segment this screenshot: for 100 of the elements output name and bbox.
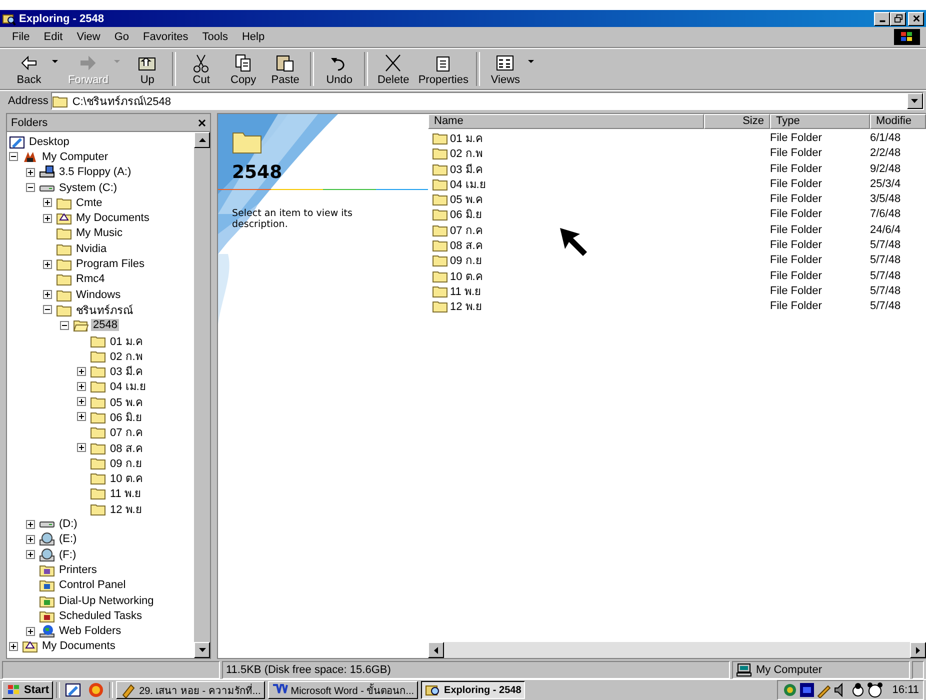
tree-item[interactable]: Printers [57, 564, 99, 576]
menu-item[interactable]: View [70, 30, 106, 44]
tree-item[interactable]: 05 พ.ค [108, 392, 144, 411]
expand-icon[interactable] [26, 168, 35, 177]
tree-item[interactable]: (E:) [57, 533, 79, 546]
tree-item[interactable]: Program Files [74, 258, 146, 270]
taskbar-button[interactable]: Microsoft Word - ขั้นตอนก... [268, 681, 418, 699]
expand-icon[interactable] [26, 520, 35, 529]
menu-item[interactable]: File [6, 30, 36, 44]
toolbar-button[interactable]: Cut [180, 52, 222, 86]
file-name[interactable]: 01 ม.ค [450, 129, 482, 147]
menu-item[interactable]: Tools [196, 30, 234, 44]
toolbar-button[interactable]: Up [126, 52, 168, 86]
desktop-icon[interactable] [65, 682, 82, 698]
scroll-down-icon[interactable] [198, 648, 206, 652]
address-field[interactable]: C:\ชรินทร์ภรณ์\2548 [51, 92, 924, 110]
restore-icon [894, 14, 902, 23]
tree-item[interactable]: Desktop [27, 136, 72, 148]
toolbar-button[interactable]: Back [8, 52, 50, 86]
folder-icon [432, 162, 448, 176]
collapse-icon[interactable] [43, 305, 52, 314]
collapse-icon[interactable] [26, 183, 35, 192]
column-header[interactable]: Type [770, 114, 870, 129]
dropdown-button[interactable] [907, 93, 923, 109]
menu-item[interactable]: Favorites [137, 30, 194, 44]
file-type: File Folder [770, 239, 823, 252]
close-button[interactable] [908, 12, 924, 26]
tree-item[interactable]: 3.5 Floppy (A:) [57, 166, 134, 178]
expand-icon[interactable] [77, 412, 86, 422]
tree-item[interactable]: System (C:) [57, 182, 120, 194]
menu-item[interactable]: Help [236, 30, 271, 44]
expand-icon[interactable] [43, 198, 52, 208]
tree-item[interactable]: Web Folders [57, 625, 124, 638]
expand-icon[interactable] [43, 214, 52, 223]
expand-icon[interactable] [43, 290, 52, 300]
expand-icon[interactable] [9, 642, 18, 651]
scroll-up-icon[interactable] [198, 138, 206, 142]
tree-item[interactable]: Scheduled Tasks [57, 610, 144, 622]
toolbar-button[interactable]: Properties [414, 52, 472, 86]
start-button[interactable]: Start [2, 681, 54, 699]
menu-item[interactable]: Go [108, 30, 136, 44]
menu-item[interactable]: Edit [38, 30, 69, 44]
tree-item[interactable]: (F:) [57, 548, 78, 561]
folder-icon [56, 302, 72, 317]
toolbar-button[interactable]: Delete [372, 52, 414, 86]
expand-icon[interactable] [43, 260, 52, 269]
tree-item[interactable]: 07 ก.ค [108, 423, 144, 442]
column-header[interactable]: Size [704, 114, 770, 129]
tree-item[interactable]: Nvidia [74, 242, 109, 255]
expand-icon[interactable] [26, 626, 35, 636]
status-text: 11.5KB (Disk free space: 15.6GB) [222, 661, 730, 679]
scroll-right-icon[interactable] [916, 646, 920, 654]
file-name[interactable]: 07 ก.ค [450, 220, 482, 239]
tree-item[interactable]: My Documents [74, 212, 152, 224]
tree-item[interactable]: Rmc4 [74, 273, 107, 286]
scroll-left-icon[interactable] [434, 646, 438, 654]
file-type: File Folder [770, 132, 823, 144]
folder-icon [52, 94, 68, 108]
tree-item[interactable]: Windows [74, 288, 123, 301]
expand-icon[interactable] [77, 382, 86, 391]
tree-item[interactable]: 2548 [91, 319, 120, 332]
vertical-scrollbar[interactable] [194, 132, 210, 658]
tree-item[interactable]: My Documents [40, 640, 118, 652]
file-name[interactable]: 12 พ.ย [450, 297, 482, 316]
expand-icon[interactable] [77, 443, 86, 452]
column-header[interactable]: Modifie [870, 114, 926, 129]
folder-icon [56, 196, 72, 210]
expand-icon[interactable] [77, 397, 86, 406]
file-name[interactable]: 02 ก.พ [450, 144, 482, 162]
file-type: File Folder [770, 254, 823, 266]
taskbar-button[interactable]: Exploring - 2548 [421, 681, 526, 699]
folder-title: 2548 [232, 162, 284, 183]
tree-item[interactable]: (D:) [57, 518, 80, 530]
tree-item[interactable]: 06 มิ.ย [108, 408, 144, 426]
taskbar-button[interactable]: 29. เสนา หอย - ความรักที่... [116, 681, 265, 699]
tree-item[interactable]: ชรินทร์ภรณ์ [74, 300, 135, 319]
tree-item[interactable]: 12 พ.ย [108, 500, 144, 518]
toolbar-button[interactable]: Copy [222, 52, 264, 86]
restore-button[interactable] [890, 12, 906, 26]
file-type: File Folder [770, 193, 823, 206]
tree-item[interactable]: Dial-Up Networking [57, 594, 156, 607]
tree-item[interactable]: My Music [74, 227, 124, 240]
dropdown-arrow-icon[interactable] [528, 60, 534, 64]
tree-item[interactable]: My Computer [40, 150, 110, 163]
toolbar-button[interactable]: Undo [318, 52, 360, 86]
tree-item[interactable]: Cmte [74, 196, 104, 209]
expand-icon[interactable] [26, 550, 35, 560]
folder-icon [90, 334, 106, 348]
column-header[interactable]: Name [428, 114, 704, 129]
minimize-button[interactable] [874, 12, 890, 26]
toolbar-button[interactable]: Paste [264, 52, 306, 86]
close-icon[interactable] [198, 118, 206, 126]
tree-item[interactable]: Control Panel [57, 579, 128, 592]
collapse-icon[interactable] [9, 152, 18, 162]
toolbar-button[interactable]: Views [484, 52, 526, 86]
dropdown-arrow-icon[interactable] [52, 60, 58, 64]
expand-icon[interactable] [77, 366, 86, 376]
expand-icon[interactable] [26, 534, 35, 544]
folder-icon [56, 226, 72, 240]
collapse-icon[interactable] [60, 320, 69, 330]
